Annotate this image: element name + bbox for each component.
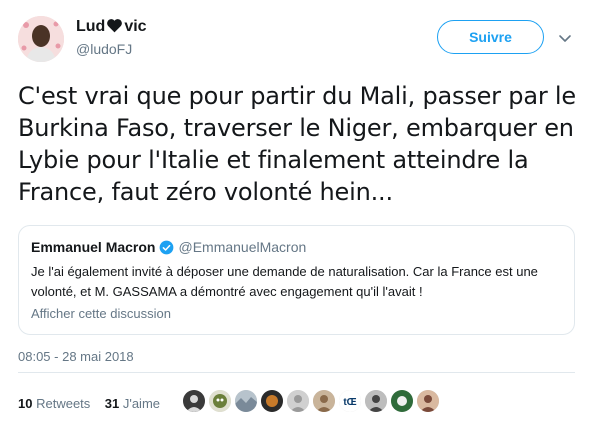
liker-avatar[interactable]: [209, 390, 231, 412]
author-name[interactable]: Lud vic: [76, 17, 147, 37]
liker-avatar[interactable]: tŒ: [339, 390, 361, 412]
liker-avatar[interactable]: [183, 390, 205, 412]
show-discussion-link[interactable]: Afficher cette discussion: [31, 306, 171, 321]
author-name-part1: Lud: [76, 18, 106, 35]
likes-stat[interactable]: 31 J'aime: [105, 396, 160, 411]
avatar-icon: [183, 390, 205, 412]
retweets-stat[interactable]: 10 Retweets: [18, 396, 90, 411]
retweets-label: Retweets: [36, 396, 91, 411]
black-heart-icon: [107, 19, 123, 33]
quoted-author-handle: @EmmanuelMacron: [178, 239, 307, 255]
liker-avatar[interactable]: [365, 390, 387, 412]
quoted-tweet-text: Je l'ai également invité à déposer une d…: [31, 264, 538, 299]
liker-avatar[interactable]: [417, 390, 439, 412]
retweets-count: 10: [18, 396, 33, 411]
avatar-icon: [261, 390, 283, 412]
likes-label: J'aime: [122, 396, 161, 411]
liker-avatar[interactable]: [391, 390, 413, 412]
likes-count: 31: [104, 396, 120, 411]
tweet-text: C'est vrai que pour partir du Mali, pass…: [18, 82, 576, 206]
avatar-icon: tŒ: [339, 390, 361, 412]
avatar-icon: [417, 390, 439, 412]
liker-avatar[interactable]: [235, 390, 257, 412]
quoted-tweet-header: Emmanuel Macron @EmmanuelMacron: [31, 239, 306, 255]
liker-avatar[interactable]: [313, 390, 335, 412]
quoted-tweet[interactable]: Emmanuel Macron @EmmanuelMacron Je l'ai é…: [18, 225, 575, 335]
divider: [18, 372, 575, 373]
liker-avatar-text: tŒ: [343, 397, 356, 408]
author-handle[interactable]: @ludoFJ: [76, 40, 132, 58]
quoted-author-name: Emmanuel Macron: [31, 239, 156, 255]
avatar-icon: [18, 16, 64, 62]
liker-avatar[interactable]: [261, 390, 283, 412]
avatar-icon: [235, 390, 257, 412]
avatar-icon: [313, 390, 335, 412]
avatar-icon: [209, 390, 231, 412]
avatar-icon: [287, 390, 309, 412]
tweet-stats: 10 Retweets 31 J'aime: [18, 396, 160, 411]
author-name-part2: vic: [124, 18, 147, 35]
liker-avatars: tŒ: [183, 390, 439, 412]
tweet-timestamp[interactable]: 08:05 - 28 mai 2018: [18, 349, 134, 364]
follow-button[interactable]: Suivre: [437, 20, 544, 54]
chevron-down-icon[interactable]: [557, 30, 573, 46]
verified-badge-icon: [160, 240, 174, 255]
liker-avatar[interactable]: [287, 390, 309, 412]
avatar-icon: [391, 390, 413, 412]
author-avatar[interactable]: [18, 16, 64, 62]
avatar-icon: [365, 390, 387, 412]
